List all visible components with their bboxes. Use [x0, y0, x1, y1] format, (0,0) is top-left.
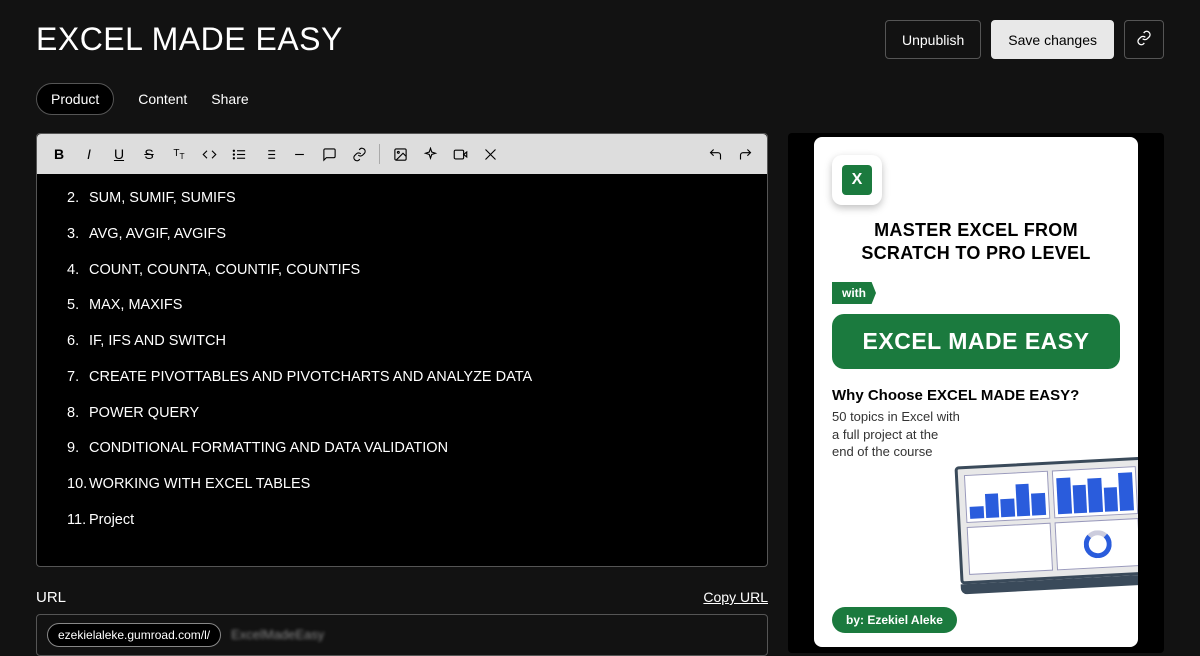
laptop-graphic	[954, 456, 1138, 607]
why-line: a full project at the	[832, 427, 938, 442]
tabs: Product Content Share	[0, 69, 1200, 133]
video-button[interactable]	[446, 140, 474, 168]
ordered-list-button[interactable]	[255, 140, 283, 168]
list-item: AVG, AVGIF, AVGIFS	[55, 224, 749, 246]
tab-content[interactable]: Content	[138, 91, 187, 107]
list-item: SUM, SUMIF, SUMIFS	[55, 188, 749, 210]
x-embed-button[interactable]	[476, 140, 504, 168]
save-button[interactable]: Save changes	[991, 20, 1114, 59]
why-title: Why Choose EXCEL MADE EASY?	[832, 387, 1120, 404]
hr-button[interactable]	[285, 140, 313, 168]
list-item: POWER QUERY	[55, 403, 749, 425]
unpublish-button[interactable]: Unpublish	[885, 20, 981, 59]
quote-button[interactable]	[315, 140, 343, 168]
editor: B I U S TT	[36, 133, 768, 567]
toolbar-divider	[379, 144, 380, 164]
code-button[interactable]	[195, 140, 223, 168]
tab-share[interactable]: Share	[211, 91, 248, 107]
strike-button[interactable]: S	[135, 140, 163, 168]
cover-heading: MASTER EXCEL FROM SCRATCH TO PRO LEVEL	[832, 219, 1120, 264]
url-field[interactable]: ezekielaleke.gumroad.com/l/ ExcelMadeEas…	[36, 614, 768, 656]
why-line: 50 topics in Excel with	[832, 409, 960, 424]
list-item: CREATE PIVOTTABLES AND PIVOTCHARTS AND A…	[55, 367, 749, 389]
why-line: end of the course	[832, 444, 932, 459]
header-actions: Unpublish Save changes	[885, 20, 1164, 59]
undo-button[interactable]	[701, 140, 729, 168]
excel-icon-letter: X	[842, 165, 872, 195]
share-link-button[interactable]	[1124, 20, 1164, 59]
list-item: WORKING WITH EXCEL TABLES	[55, 474, 749, 496]
editor-toolbar: B I U S TT	[37, 134, 767, 174]
italic-button[interactable]: I	[75, 140, 103, 168]
bold-button[interactable]: B	[45, 140, 73, 168]
url-domain-pill: ezekielaleke.gumroad.com/l/	[47, 623, 221, 647]
title-badge: EXCEL MADE EASY	[832, 314, 1120, 369]
editor-body[interactable]: SUM, SUMIF, SUMIFS AVG, AVGIF, AVGIFS CO…	[37, 174, 767, 566]
link-button[interactable]	[345, 140, 373, 168]
list-item: IF, IFS AND SWITCH	[55, 331, 749, 353]
link-icon	[1136, 30, 1152, 46]
list-item: CONDITIONAL FORMATTING AND DATA VALIDATI…	[55, 438, 749, 460]
redo-button[interactable]	[731, 140, 759, 168]
image-button[interactable]	[386, 140, 414, 168]
list-item: Project	[55, 510, 749, 532]
list-item: COUNT, COUNTA, COUNTIF, COUNTIFS	[55, 260, 749, 282]
excel-icon: X	[832, 155, 882, 205]
list-item: MAX, MAXIFS	[55, 295, 749, 317]
bullet-list-button[interactable]	[225, 140, 253, 168]
copy-url-link[interactable]: Copy URL	[703, 589, 768, 605]
underline-button[interactable]: U	[105, 140, 133, 168]
sparkle-button[interactable]	[416, 140, 444, 168]
heading-button[interactable]: TT	[165, 140, 193, 168]
cover-image: X MASTER EXCEL FROM SCRATCH TO PRO LEVEL…	[814, 137, 1138, 647]
why-body: 50 topics in Excel with a full project a…	[832, 408, 1120, 461]
tab-product[interactable]: Product	[36, 83, 114, 115]
preview-panel: X MASTER EXCEL FROM SCRATCH TO PRO LEVEL…	[788, 133, 1164, 653]
author-pill: by: Ezekiel Aleke	[832, 607, 957, 633]
url-slug: ExcelMadeEasy	[231, 627, 324, 642]
url-label: URL	[36, 589, 66, 606]
with-tag: with	[832, 282, 876, 304]
page-title: EXCEL MADE EASY	[36, 21, 343, 58]
